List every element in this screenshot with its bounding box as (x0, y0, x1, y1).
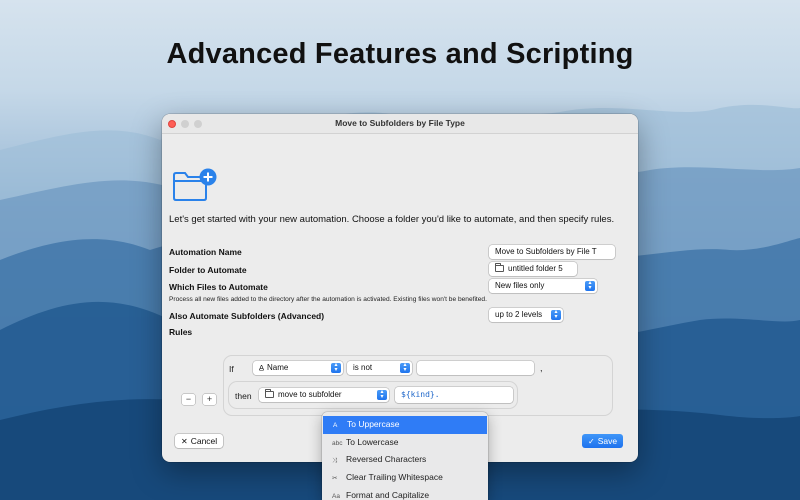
menu-item-capitalize[interactable]: Aa Format and Capitalize (322, 487, 488, 500)
save-label: Save (597, 436, 618, 446)
chevron-updown-icon: ▴ ▾ (400, 362, 410, 373)
chevron-updown-icon: ▴ ▾ (331, 362, 341, 373)
window-title: Move to Subfolders by File Type (335, 118, 465, 128)
rules-label: Rules (169, 327, 193, 337)
trailing-comma: , (540, 363, 543, 373)
folder-label: Folder to Automate (169, 265, 247, 275)
cancel-label: Cancel (190, 436, 218, 446)
folder-picker[interactable]: untitled folder 5 (489, 262, 577, 276)
chevron-updown-icon: ▴ ▾ (551, 309, 561, 320)
subfolders-value: up to 2 levels (495, 310, 543, 319)
condition-value-input[interactable] (417, 361, 534, 375)
chevron-updown-icon: ▴ ▾ (377, 389, 387, 400)
action-value: move to subfolder (278, 390, 342, 399)
token-prefix: ${ (401, 390, 411, 399)
which-files-hint: Process all new files added to the direc… (169, 296, 487, 303)
menu-item-label: Clear Trailing Whitespace (346, 472, 443, 483)
action-select[interactable]: move to subfolder ▴ ▾ (259, 388, 389, 402)
which-files-select[interactable]: New files only ▴ ▾ (489, 279, 597, 293)
menu-item-uppercase[interactable]: A To Uppercase (323, 416, 487, 434)
menu-item-label: To Lowercase (346, 436, 399, 447)
automation-name-value: Move to Subfolders by File T (495, 247, 597, 256)
menu-item-label: To Uppercase (347, 419, 400, 429)
condition-operator-value: is not (353, 363, 373, 372)
condition-field-select[interactable]: A̲ Name ▴ ▾ (253, 361, 343, 375)
folder-add-icon (173, 168, 217, 201)
page-headline: Advanced Features and Scripting (166, 38, 634, 70)
text-field-icon: A̲ (259, 363, 265, 372)
save-button[interactable]: ✓ Save (582, 434, 624, 448)
subfolder-name-input[interactable]: ${kind}. (395, 387, 513, 403)
text-transform-menu: A To Uppercase abc To Lowercase ⤨ Reversed … (322, 412, 488, 500)
which-files-value: New files only (495, 281, 545, 290)
close-icon: ✕ (181, 437, 188, 446)
subfolders-label: Also Automate Subfolders (Advanced) (169, 311, 325, 321)
shuffle-icon: ⤨ (332, 457, 338, 465)
automation-name-field[interactable]: Move to Subfolders by File T (489, 245, 615, 259)
intro-text: Let's get started with your new automati… (169, 214, 615, 225)
token-suffix: }. (429, 390, 440, 399)
folder-icon (265, 389, 274, 398)
automation-window: Move to Subfolders by File Type Let's ge… (162, 114, 638, 462)
menu-item-label: Reversed Characters (346, 454, 427, 465)
uppercase-icon: A (333, 422, 338, 429)
condition-operator-select[interactable]: is not ▴ ▾ (347, 361, 412, 375)
menu-item-reverse[interactable]: ⤨ Reversed Characters (322, 451, 488, 469)
chevron-updown-icon: ▴ ▾ (585, 280, 595, 291)
capitalize-icon: Aa (332, 492, 340, 500)
remove-rule-button[interactable]: − (182, 394, 195, 405)
title-bar: Move to Subfolders by File Type (162, 114, 638, 134)
then-label: then (235, 391, 252, 401)
menu-item-lowercase[interactable]: abc To Lowercase (322, 434, 488, 452)
which-files-label: Which Files to Automate (169, 282, 268, 292)
menu-item-trim[interactable]: ✂ Clear Trailing Whitespace (322, 469, 488, 487)
lowercase-icon: abc (332, 439, 343, 447)
menu-item-label: Format and Capitalize (346, 489, 430, 500)
condition-field-value: Name (267, 363, 289, 372)
folder-value: untitled folder 5 (508, 264, 563, 273)
scissors-icon: ✂ (332, 475, 338, 483)
folder-icon (495, 263, 504, 272)
cancel-button[interactable]: ✕ Cancel (175, 434, 224, 448)
subfolders-select[interactable]: up to 2 levels ▴ ▾ (489, 308, 563, 322)
if-label: If (229, 364, 234, 374)
variable-token[interactable]: kind (411, 390, 430, 399)
checkmark-icon: ✓ (588, 437, 595, 446)
automation-name-label: Automation Name (169, 247, 242, 257)
add-rule-button[interactable]: + (203, 394, 216, 405)
